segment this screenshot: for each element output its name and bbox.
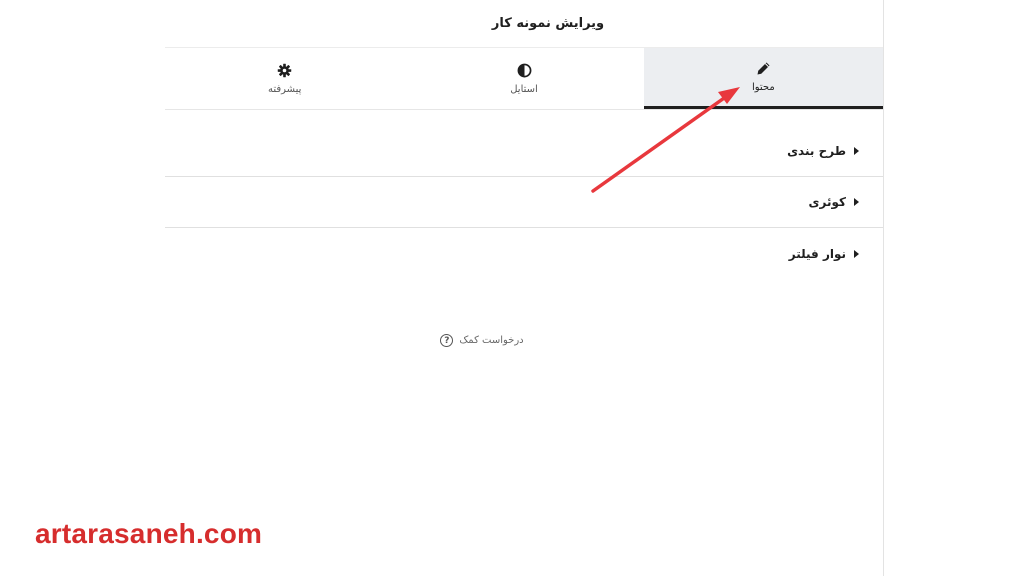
tab-style-label: استایل bbox=[510, 83, 538, 95]
tab-advanced-label: پیشرفته bbox=[267, 83, 302, 95]
gear-icon bbox=[277, 63, 292, 77]
panel-header: ویرایش نمونه کار bbox=[165, 0, 883, 48]
section-query[interactable]: کوئری bbox=[165, 177, 883, 228]
section-filter-bar-label: نوار فیلتر bbox=[788, 246, 846, 261]
tab-content[interactable]: محتوا bbox=[643, 48, 883, 109]
panel-divider bbox=[883, 0, 884, 576]
tab-bar: محتوا استایل پیشرفته bbox=[165, 48, 883, 110]
help-label: درخواست کمک bbox=[459, 335, 524, 346]
caret-right-icon bbox=[854, 198, 859, 206]
pencil-icon bbox=[757, 62, 770, 75]
caret-right-icon bbox=[854, 147, 859, 155]
tab-advanced[interactable]: پیشرفته bbox=[165, 48, 404, 109]
caret-right-icon bbox=[854, 249, 859, 258]
section-query-label: کوئری bbox=[808, 195, 846, 209]
section-layout-label: طرح بندی bbox=[787, 144, 846, 158]
help-row: درخواست کمک ? bbox=[165, 334, 883, 347]
section-layout[interactable]: طرح بندی bbox=[165, 126, 883, 177]
panel-title: ویرایش نمونه کار bbox=[491, 16, 605, 31]
tab-style[interactable]: استایل bbox=[404, 48, 643, 109]
section-filter-bar[interactable]: نوار فیلتر bbox=[165, 228, 883, 279]
watermark-text: artarasaneh.com bbox=[35, 518, 263, 549]
help-link[interactable]: درخواست کمک ? bbox=[440, 334, 524, 347]
tab-content-label: محتوا bbox=[751, 82, 775, 93]
contrast-icon bbox=[517, 63, 531, 77]
question-icon: ? bbox=[440, 334, 454, 347]
section-list: طرح بندی کوئری نوار فیلتر bbox=[165, 126, 883, 279]
editor-panel: ویرایش نمونه کار محتوا استایل پیشرفته طر… bbox=[165, 0, 883, 576]
